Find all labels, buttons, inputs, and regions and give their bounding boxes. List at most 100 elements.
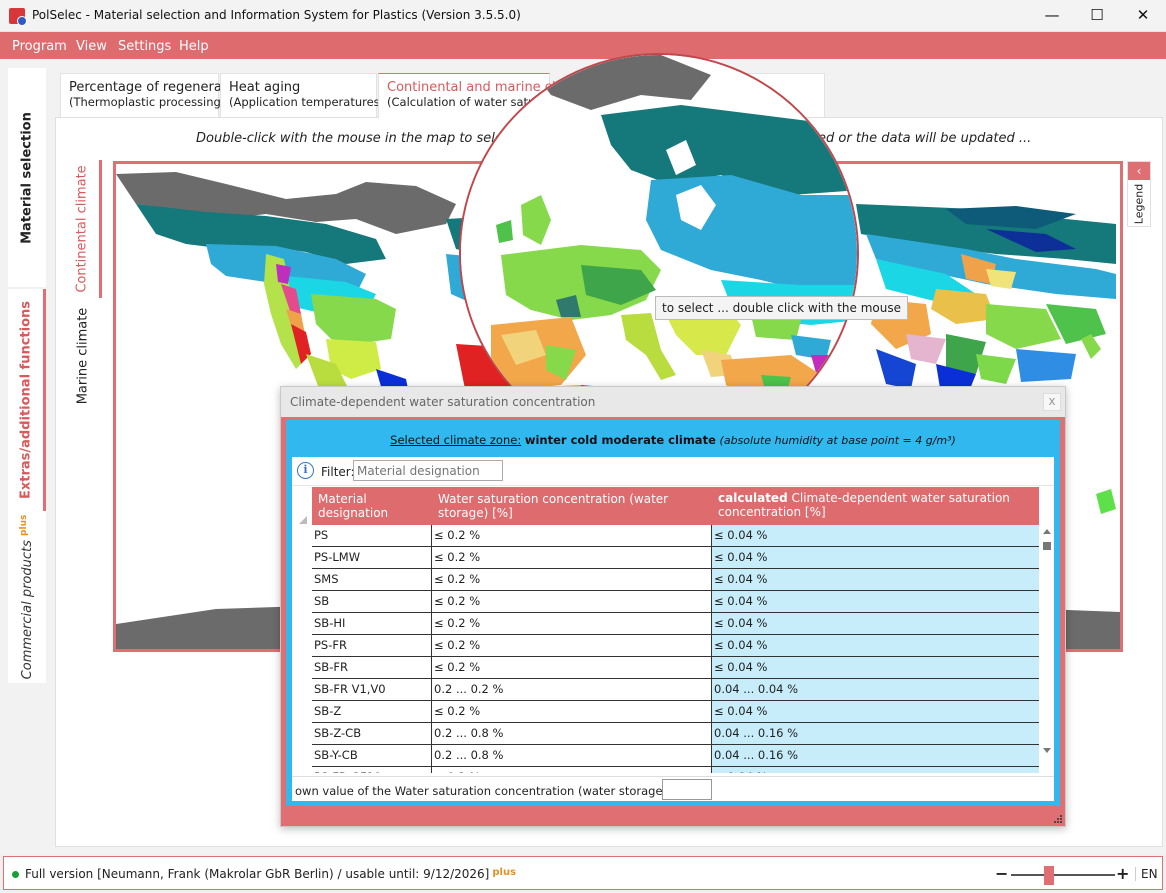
cell-water: ≤ 0.2 % <box>432 635 712 656</box>
legend-toggle[interactable]: ‹ Legend <box>1127 161 1151 227</box>
plus-badge: plus <box>18 514 29 536</box>
cell-material: SB-HI <box>312 613 432 634</box>
app-icon <box>9 8 27 26</box>
status-dot-icon <box>12 871 19 878</box>
cell-water: ≤ 0.2 % <box>432 613 712 634</box>
cell-water: ≤ 0.2 % <box>432 525 712 546</box>
cell-water: ≤ 0.2 % <box>432 569 712 590</box>
cell-water: 0.2 ... 0.8 % <box>432 745 712 766</box>
climate-zone-panel: Selected climate zone: winter cold moder… <box>286 420 1060 806</box>
close-button[interactable]: ✕ <box>1120 0 1166 31</box>
dialog-title: Climate-dependent water saturation conce… <box>290 395 596 409</box>
tab-commercial-label: Commercial products plus <box>18 514 36 680</box>
plus-badge: plus <box>492 867 517 878</box>
cell-water: ≤ 0.2 % <box>432 657 712 678</box>
cell-calculated: ≤ 0.04 % <box>712 591 1039 612</box>
maximize-button[interactable]: ☐ <box>1074 0 1120 31</box>
cell-calculated: ≤ 0.04 % <box>712 569 1039 590</box>
table-row[interactable]: PS-LMW ≤ 0.2 % ≤ 0.04 % <box>312 547 1039 569</box>
table-row[interactable]: PS-FR-GF10≤ 0.2 %≤ 0.04 % <box>312 767 1039 773</box>
table-row[interactable]: SMS ≤ 0.2 % ≤ 0.04 % <box>312 569 1039 591</box>
col-header-calculated[interactable]: calculated Climate-dependent water satur… <box>712 487 1039 525</box>
menu-program[interactable]: Program <box>12 39 67 54</box>
status-box: Full version [Neumann, Frank (Makrolar G… <box>3 856 1163 890</box>
tab-material-selection-label: Material selection <box>19 111 35 244</box>
legend-label: Legend <box>1132 183 1146 225</box>
zoom-out-button[interactable]: − <box>995 864 1008 883</box>
table-row[interactable]: SB-Z ≤ 0.2 % ≤ 0.04 % <box>312 701 1039 723</box>
cell-calculated: ≤ 0.04 % <box>712 547 1039 568</box>
table-row[interactable]: SB-FR V1,V0 0.2 ... 0.2 % 0.04 ... 0.04 % <box>312 679 1039 701</box>
cell-water: ≤ 0.2 % <box>432 591 712 612</box>
cell-material: SB-Y-CB <box>312 745 432 766</box>
zone-note: (absolute humidity at base point = 4 g/m… <box>719 434 956 447</box>
cell-material: PS-FR <box>312 635 432 656</box>
cell-calculated: ≤ 0.04 % <box>712 701 1039 722</box>
col-header-material[interactable]: Material designation <box>312 487 432 525</box>
menu-settings[interactable]: Settings <box>118 39 171 54</box>
tab-extras-label: Extras/additional functions <box>18 300 33 500</box>
cell-material: PS <box>312 525 432 546</box>
cell-calculated: 0.04 ... 0.16 % <box>712 723 1039 744</box>
cell-material: SB-FR V1,V0 <box>312 679 432 700</box>
tab-material-selection[interactable]: Material selection <box>8 68 46 287</box>
selected-climate-zone: Selected climate zone: winter cold moder… <box>286 433 1060 447</box>
cell-calculated: 0.04 ... 0.16 % <box>712 745 1039 766</box>
tab-continental-climate[interactable]: Continental climate <box>64 160 102 298</box>
cell-water: ≤ 0.2 % <box>432 547 712 568</box>
language-selector[interactable]: EN <box>1135 867 1158 881</box>
tab-label: Percentage of regenerate <box>69 80 235 95</box>
cell-material: SB-Z <box>312 701 432 722</box>
chevron-left-icon[interactable]: ‹ <box>1128 162 1150 180</box>
title-bar: PolSelec - Material selection and Inform… <box>0 0 1166 32</box>
zoom-slider-track[interactable] <box>1011 874 1115 876</box>
filter-label: Filter: <box>321 465 355 479</box>
table-row[interactable]: SB-Z-CB 0.2 ... 0.8 % 0.04 ... 0.16 % <box>312 723 1039 745</box>
info-icon[interactable]: i <box>297 462 314 479</box>
zoom-slider-thumb[interactable] <box>1044 866 1054 885</box>
table-row[interactable]: SB-FR ≤ 0.2 % ≤ 0.04 % <box>312 657 1039 679</box>
col-header-water[interactable]: Water saturation concentration (water st… <box>432 487 712 525</box>
cell-material: PS-FR-GF10 <box>312 767 432 773</box>
tab-marine-climate[interactable]: Marine climate <box>64 300 102 412</box>
tab-extras[interactable]: Extras/additional functions <box>8 289 46 511</box>
cell-material: SB <box>312 591 432 612</box>
window-title: PolSelec - Material selection and Inform… <box>32 8 521 22</box>
table-row[interactable]: PS-FR ≤ 0.2 % ≤ 0.04 % <box>312 635 1039 657</box>
cell-calculated: ≤ 0.04 % <box>712 525 1039 546</box>
table-scrollbar[interactable] <box>1041 526 1053 773</box>
cell-calculated: 0.04 ... 0.04 % <box>712 679 1039 700</box>
dialog-body: Selected climate zone: winter cold moder… <box>281 417 1065 826</box>
cell-material: PS-LMW <box>312 547 432 568</box>
dialog-close-button[interactable]: x <box>1043 393 1061 411</box>
tab-marine-label: Marine climate <box>75 307 91 405</box>
tab-percentage-regenerate[interactable]: Percentage of regenerate (Thermoplastic … <box>60 73 235 117</box>
cell-calculated: ≤ 0.04 % <box>712 767 1039 773</box>
cell-water: ≤ 0.2 % <box>432 701 712 722</box>
own-value-input[interactable] <box>662 779 712 800</box>
table-row[interactable]: SB-Y-CB 0.2 ... 0.8 % 0.04 ... 0.16 % <box>312 745 1039 767</box>
tab-sublabel: (Thermoplastic processing) <box>69 95 226 109</box>
menu-view[interactable]: View <box>76 39 107 54</box>
cell-calculated: ≤ 0.04 % <box>712 613 1039 634</box>
zone-key: Selected climate zone: <box>390 433 522 447</box>
menu-bar: Program View Settings Help <box>0 32 1166 59</box>
cell-water: ≤ 0.2 % <box>432 767 712 773</box>
cell-material: SMS <box>312 569 432 590</box>
table-row[interactable]: PS ≤ 0.2 % ≤ 0.04 % <box>312 525 1039 547</box>
filter-input[interactable] <box>353 460 503 481</box>
minimize-button[interactable]: — <box>1029 0 1075 31</box>
tab-label: Continental and marine clim <box>387 80 572 95</box>
map-tooltip: to select ... double click with the mous… <box>655 296 908 320</box>
resize-grip-icon[interactable] <box>1053 814 1063 824</box>
table-body: PS ≤ 0.2 % ≤ 0.04 % PS-LMW ≤ 0.2 % ≤ 0.04 % SM… <box>312 525 1039 773</box>
table-row[interactable]: SB ≤ 0.2 % ≤ 0.04 % <box>312 591 1039 613</box>
zoom-in-button[interactable]: + <box>1116 864 1129 883</box>
table-row[interactable]: SB-HI ≤ 0.2 % ≤ 0.04 % <box>312 613 1039 635</box>
tab-heat-aging[interactable]: Heat aging (Application temperatures) <box>220 73 385 117</box>
tab-sublabel: (Application temperatures) <box>229 95 385 109</box>
tab-commercial-products[interactable]: Commercial products plus <box>8 511 46 683</box>
menu-help[interactable]: Help <box>179 39 209 54</box>
cell-material: SB-Z-CB <box>312 723 432 744</box>
license-status: Full version [Neumann, Frank (Makrolar G… <box>25 867 517 881</box>
